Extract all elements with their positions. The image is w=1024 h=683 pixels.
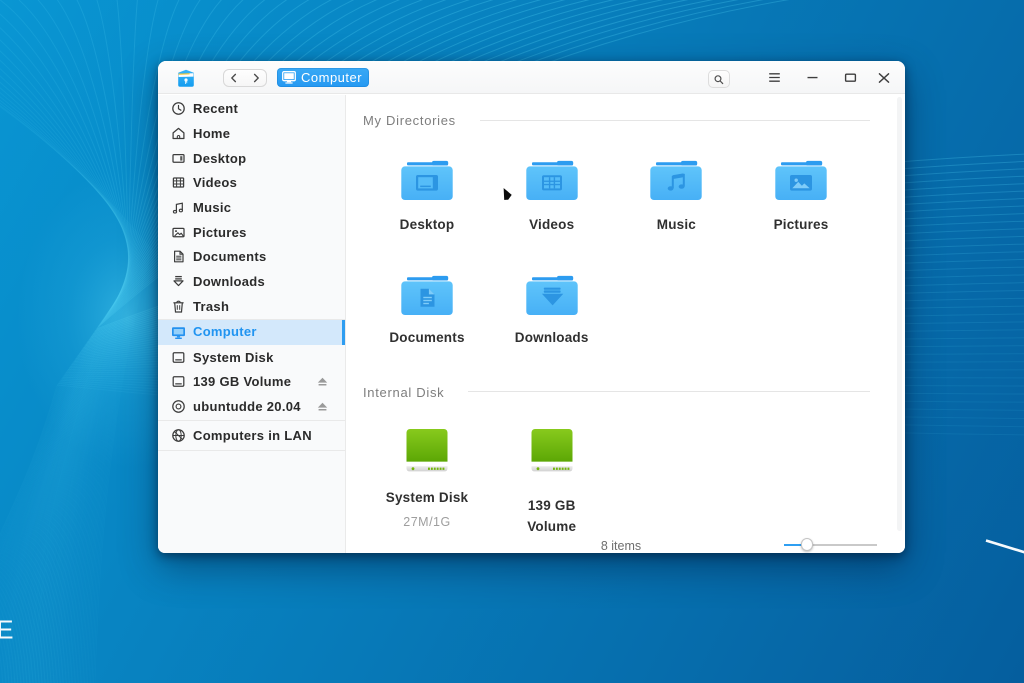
svg-text:E: E	[0, 617, 14, 645]
